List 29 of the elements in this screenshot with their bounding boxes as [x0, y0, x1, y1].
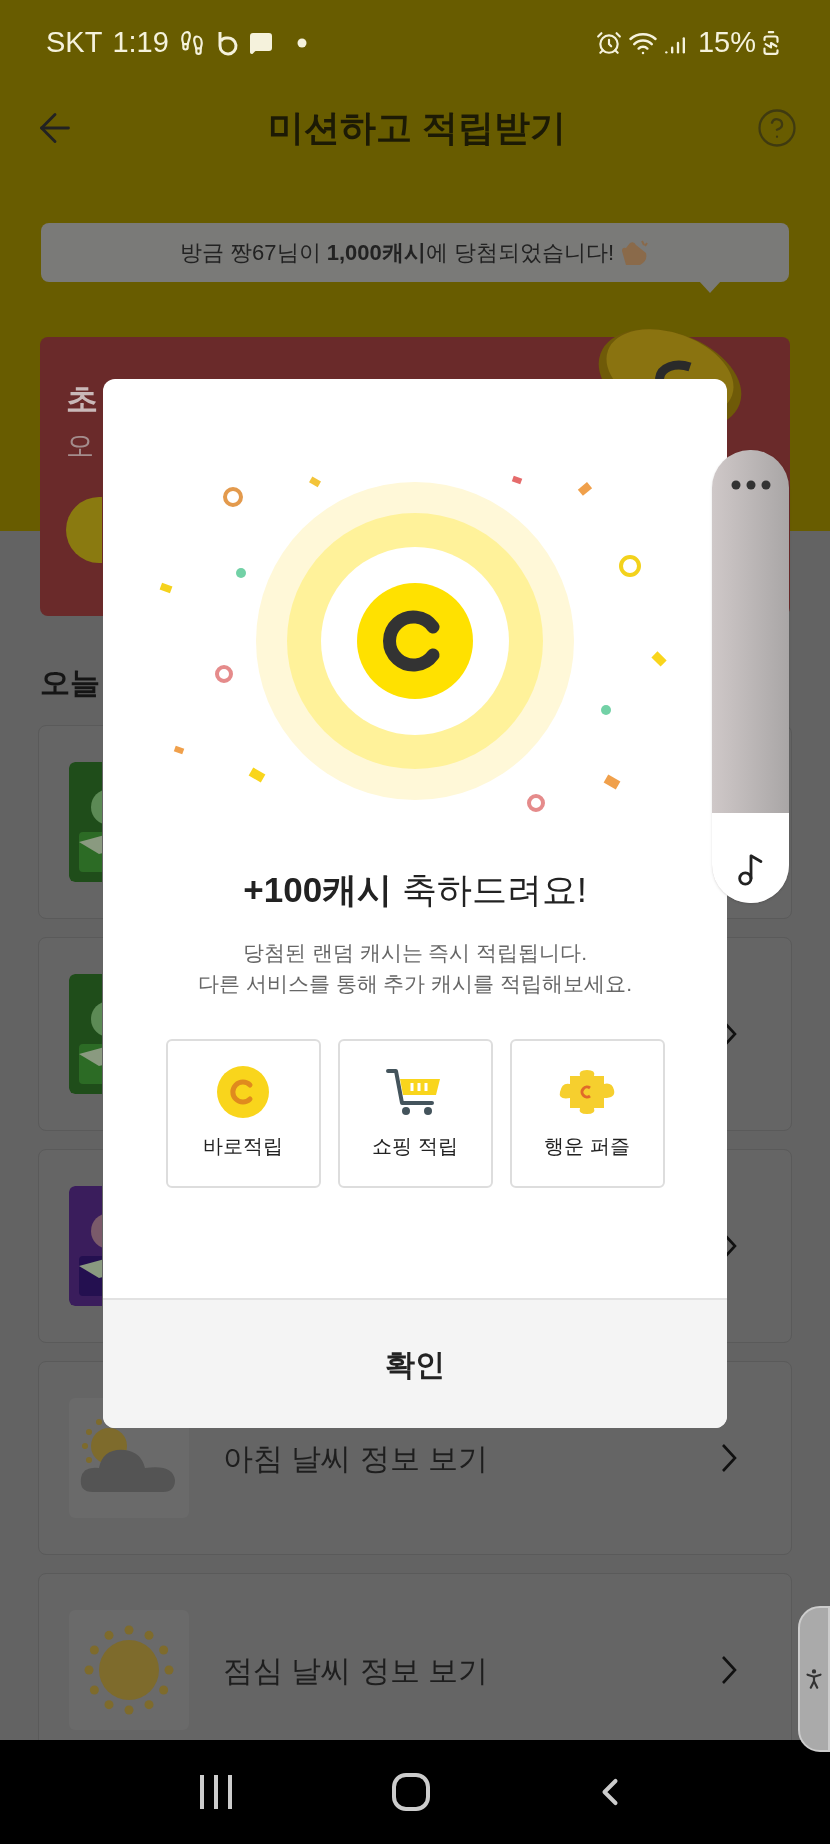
dialog-title: +100캐시 축하드려요! — [242, 869, 588, 911]
page-title: 미션하고 적립받기 — [268, 105, 566, 150]
service-button[interactable]: 바로적립 — [165, 1038, 321, 1188]
battery-text: 15% — [697, 24, 756, 60]
clapping-hands-icon — [620, 238, 650, 267]
footprints-icon — [178, 29, 205, 56]
chat-icon — [248, 30, 273, 55]
floating-panel[interactable] — [712, 450, 789, 903]
promo-subtitle: 오 — [66, 429, 95, 463]
dialog-message: 당첨된 랜덤 캐시는 즉시 적립됩니다. — [242, 939, 588, 966]
mission-label: 점심 날씨 정보 보기 — [223, 1652, 489, 1689]
clock-text: 1:19 — [112, 24, 169, 60]
toast-text: 방금 짱67님이 1,000캐시에 당첨되었습니다! — [180, 239, 614, 267]
mission-label: 아침 날씨 정보 보기 — [223, 1440, 489, 1477]
accessibility-tab[interactable] — [798, 1606, 830, 1752]
confirm-button[interactable]: 확인 — [103, 1298, 727, 1428]
dialog-message: 다른 서비스를 통해 추가 캐시를 적립해보세요. — [198, 970, 632, 997]
carrier-text: SKT — [46, 24, 103, 60]
service-button[interactable]: 쇼핑 적립 — [337, 1038, 493, 1188]
alarm-icon — [595, 29, 622, 56]
recent-apps-icon[interactable] — [198, 1773, 235, 1811]
coin-icon — [217, 1066, 269, 1118]
promo-button[interactable] — [66, 497, 102, 563]
home-icon[interactable] — [391, 1772, 431, 1812]
service-button[interactable]: 행운 퍼즐 — [509, 1038, 665, 1188]
dot-icon — [296, 37, 307, 48]
section-title: 오늘 — [40, 666, 100, 699]
more-icon[interactable] — [730, 480, 771, 490]
promo-title: 초 — [66, 383, 99, 415]
